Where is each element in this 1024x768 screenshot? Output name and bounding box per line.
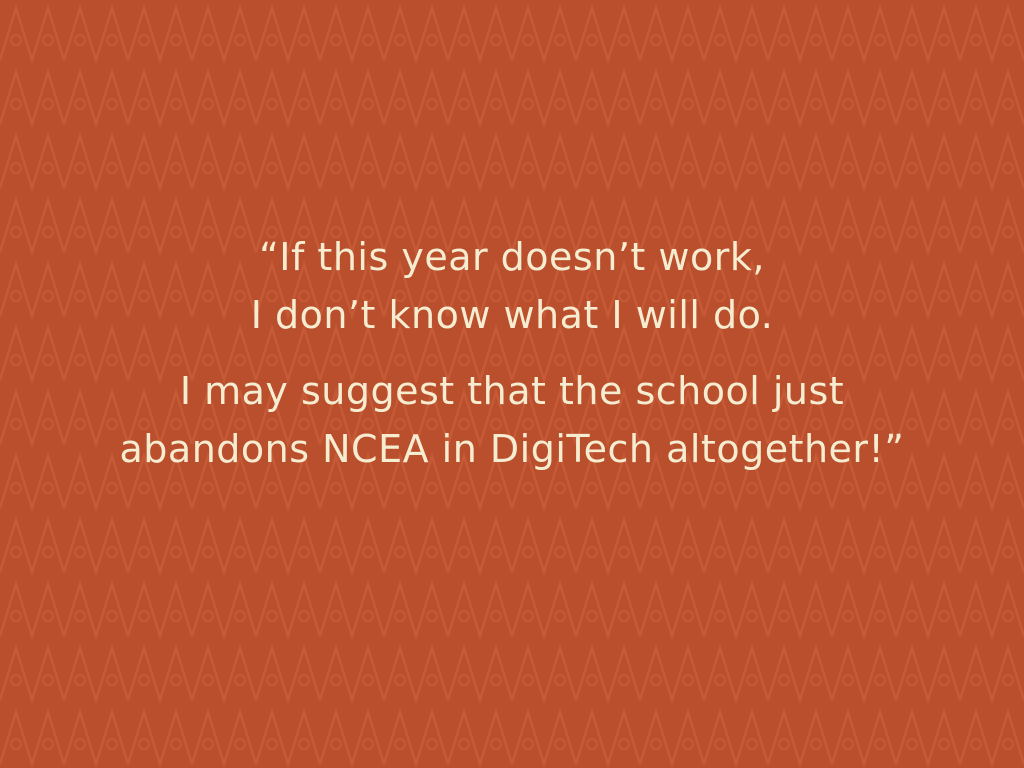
quote-line: I don’t know what I will do. — [250, 293, 774, 337]
quote-line: “If this year doesn’t work, — [259, 235, 765, 279]
quote-line: I may suggest that the school just — [179, 369, 845, 413]
quote-paragraph-2: I may suggest that the school just aband… — [0, 362, 1024, 478]
quote-line: abandons NCEA in DigiTech altogether!” — [119, 427, 905, 471]
quote-paragraph-1: “If this year doesn’t work, I don’t know… — [0, 228, 1024, 344]
slide: “If this year doesn’t work, I don’t know… — [0, 0, 1024, 768]
quote-block: “If this year doesn’t work, I don’t know… — [0, 228, 1024, 478]
